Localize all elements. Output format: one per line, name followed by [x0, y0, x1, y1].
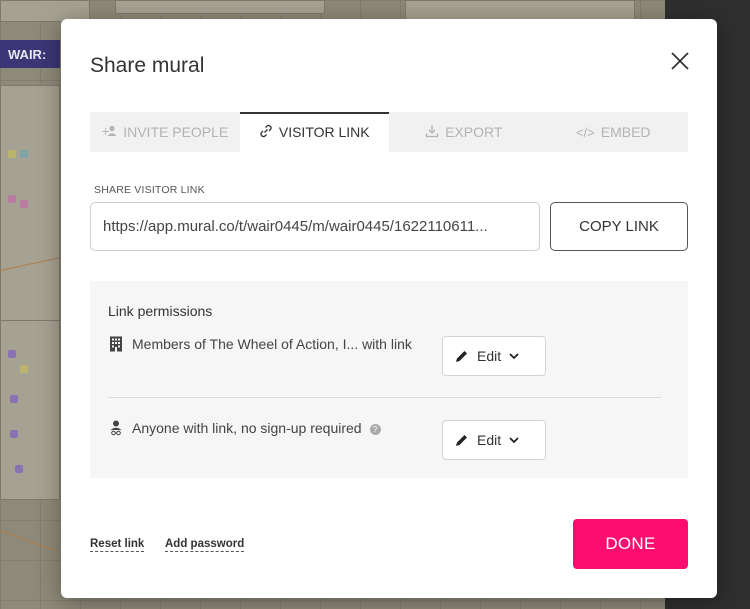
close-icon[interactable]	[666, 47, 694, 75]
tab-label: VISITOR LINK	[278, 124, 370, 140]
canvas-note	[115, 0, 325, 14]
share-visitor-link-label: SHARE VISITOR LINK	[94, 184, 205, 196]
building-icon	[108, 336, 124, 352]
tab-label: EXPORT	[445, 124, 503, 140]
add-password-button[interactable]: Add password	[165, 538, 245, 552]
permission-text: Members of The Wheel of Action, I... wit…	[132, 336, 412, 352]
sticky-note	[20, 365, 28, 373]
canvas-panel	[0, 320, 60, 500]
copy-link-button[interactable]: COPY LINK	[550, 202, 688, 251]
permission-text: Anyone with link, no sign-up required?	[132, 420, 452, 436]
add-user-icon: +	[101, 125, 117, 140]
tab-embed[interactable]: </> EMBED	[539, 112, 689, 152]
sticky-note	[8, 195, 16, 203]
anonymous-user-icon	[108, 420, 124, 436]
chevron-down-icon	[509, 352, 519, 360]
sticky-note	[15, 465, 23, 473]
permission-dropdown[interactable]: Edit	[442, 420, 546, 460]
tab-label: INVITE PEOPLE	[123, 124, 229, 140]
download-icon	[425, 124, 439, 141]
share-tabs: + INVITE PEOPLE VISITOR LINK EXPORT </> …	[90, 112, 688, 152]
permission-text-label: Anyone with link, no sign-up required	[132, 420, 362, 436]
tab-visitor-link[interactable]: VISITOR LINK	[239, 112, 389, 152]
help-icon[interactable]: ?	[369, 423, 381, 435]
tab-label: EMBED	[600, 124, 651, 140]
visitor-link-field[interactable]: https://app.mural.co/t/wair0445/m/wair04…	[90, 202, 540, 251]
sticky-note	[10, 430, 18, 438]
permission-value: Edit	[477, 432, 502, 448]
link-icon	[259, 124, 273, 141]
permission-dropdown[interactable]: Edit	[442, 336, 546, 376]
board-tag: WAIR:	[0, 40, 60, 68]
code-icon: </>	[575, 124, 595, 140]
tab-export[interactable]: EXPORT	[389, 112, 539, 152]
link-permissions-panel: Link permissions Members of The Wheel of…	[90, 281, 688, 478]
canvas-note	[405, 0, 635, 20]
sticky-note	[8, 150, 16, 158]
sticky-note	[8, 350, 16, 358]
permission-value: Edit	[477, 348, 502, 364]
tab-invite-people[interactable]: + INVITE PEOPLE	[90, 112, 240, 152]
sticky-note	[20, 150, 28, 158]
done-button[interactable]: DONE	[573, 519, 688, 569]
sticky-note	[10, 395, 18, 403]
permission-row-members: Members of The Wheel of Action, I... wit…	[108, 336, 668, 376]
pencil-icon	[455, 433, 469, 447]
pencil-icon	[455, 349, 469, 363]
link-permissions-title: Link permissions	[108, 303, 213, 319]
permission-row-anyone: Anyone with link, no sign-up required? E…	[108, 420, 668, 460]
chevron-down-icon	[509, 436, 519, 444]
dialog-title: Share mural	[90, 54, 205, 77]
reset-link-button[interactable]: Reset link	[90, 538, 145, 552]
sticky-note	[20, 200, 28, 208]
permissions-divider	[108, 397, 661, 398]
share-mural-dialog: Share mural + INVITE PEOPLE VISITOR LINK…	[61, 19, 717, 598]
